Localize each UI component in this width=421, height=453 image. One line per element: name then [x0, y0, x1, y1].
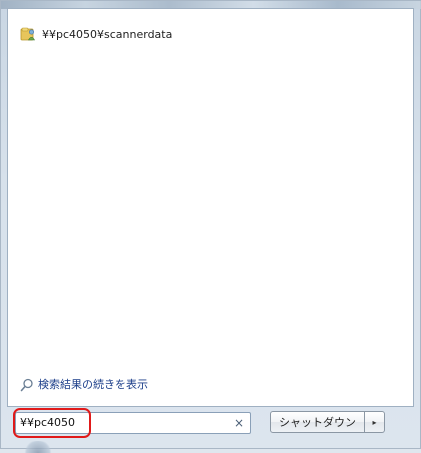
search-result-label: ¥¥pc4050¥scannerdata — [42, 27, 173, 41]
search-input-value: ¥¥pc4050 — [20, 416, 76, 429]
search-result-item[interactable]: ¥¥pc4050¥scannerdata — [20, 25, 172, 43]
clear-search-icon[interactable]: × — [234, 416, 244, 430]
start-menu: ¥¥pc4050¥scannerdata 検索結果の続きを表示 ¥¥pc4050… — [0, 0, 421, 453]
shutdown-options-arrow-icon[interactable]: ▸ — [365, 411, 385, 433]
shutdown-button[interactable]: シャットダウン — [270, 411, 365, 433]
start-orb-edge — [23, 441, 53, 453]
shutdown-split-button: シャットダウン ▸ — [270, 411, 385, 435]
search-results-panel: ¥¥pc4050¥scannerdata 検索結果の続きを表示 — [7, 8, 414, 407]
search-input[interactable]: ¥¥pc4050 × — [13, 408, 251, 438]
see-more-results-label: 検索結果の続きを表示 — [38, 378, 148, 391]
search-icon — [20, 377, 34, 392]
shared-folder-icon — [20, 26, 36, 42]
see-more-results-link[interactable]: 検索結果の続きを表示 — [20, 376, 148, 392]
